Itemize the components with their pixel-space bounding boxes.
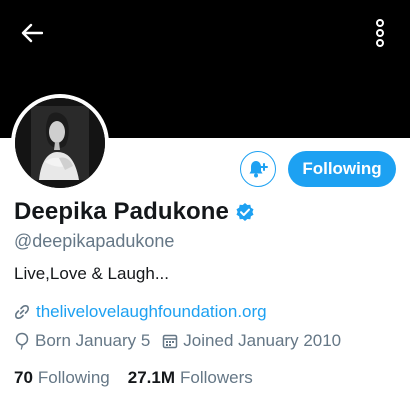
back-button[interactable] bbox=[14, 18, 50, 48]
profile-name: Deepika Padukone bbox=[14, 198, 230, 225]
followers-label: Followers bbox=[179, 368, 253, 387]
following-label: Following bbox=[37, 368, 110, 387]
verified-badge-icon bbox=[235, 202, 255, 222]
calendar-icon bbox=[163, 334, 178, 349]
bell-plus-icon bbox=[249, 161, 268, 178]
profile-website: thelivelovelaughfoundation.org bbox=[14, 302, 267, 322]
born-date: Born January 5 bbox=[35, 331, 151, 350]
following-button[interactable]: Following bbox=[288, 151, 396, 187]
joined-item: Joined January 2010 bbox=[162, 331, 341, 351]
followers-stat[interactable]: 27.1M Followers bbox=[128, 368, 253, 388]
more-options-button[interactable] bbox=[364, 14, 396, 52]
link-icon bbox=[15, 305, 29, 319]
notifications-button[interactable] bbox=[240, 151, 276, 187]
following-stat[interactable]: 70 Following bbox=[14, 368, 110, 388]
following-count: 70 bbox=[14, 368, 33, 387]
arrow-left-icon bbox=[21, 23, 43, 43]
website-link[interactable]: thelivelovelaughfoundation.org bbox=[36, 302, 267, 322]
born-item: Born January 5 bbox=[14, 331, 150, 351]
profile-bio: Live,Love & Laugh... bbox=[14, 264, 170, 283]
profile-name-row: Deepika Padukone bbox=[14, 198, 255, 226]
avatar[interactable] bbox=[11, 94, 109, 192]
profile-stats: 70 Following 27.1M Followers bbox=[14, 368, 253, 388]
followers-count: 27.1M bbox=[127, 368, 175, 387]
more-vertical-icon bbox=[376, 19, 384, 47]
avatar-image bbox=[15, 98, 105, 188]
balloon-icon bbox=[15, 332, 29, 350]
profile-handle: @deepikapadukone bbox=[14, 231, 175, 251]
profile-meta: Born January 5 Joined January 2010 bbox=[14, 331, 341, 351]
joined-date: Joined January 2010 bbox=[183, 331, 342, 350]
